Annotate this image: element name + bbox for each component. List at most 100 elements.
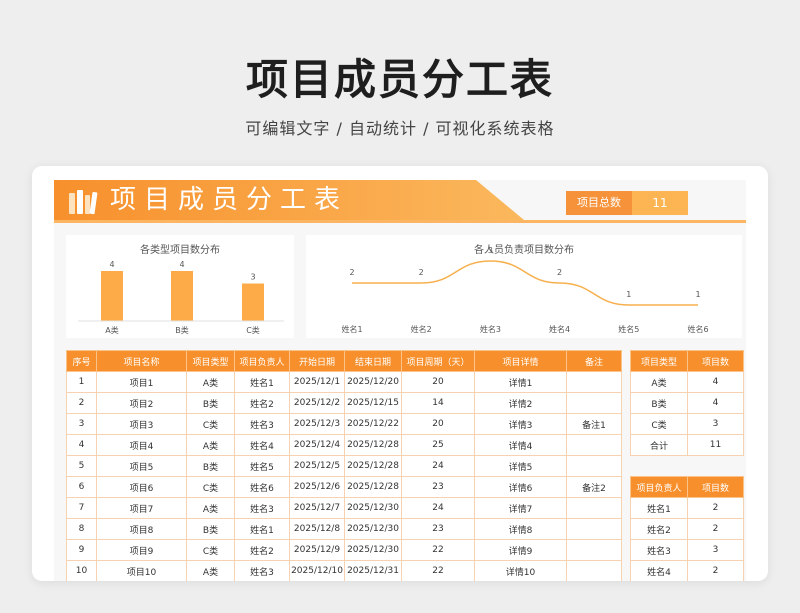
- project-cell[interactable]: C类: [186, 539, 235, 561]
- owner-cell[interactable]: 2: [687, 497, 744, 519]
- project-cell[interactable]: 备注1: [566, 413, 622, 435]
- project-cell[interactable]: 项目8: [96, 518, 187, 540]
- project-cell[interactable]: A类: [186, 497, 235, 519]
- project-cell[interactable]: A类: [186, 371, 235, 393]
- project-cell[interactable]: 2025/12/1: [289, 371, 345, 393]
- project-cell[interactable]: 20: [401, 413, 475, 435]
- project-cell[interactable]: 2025/12/28: [344, 455, 402, 477]
- project-cell[interactable]: 项目4: [96, 434, 187, 456]
- project-cell[interactable]: 22: [401, 539, 475, 561]
- project-cell[interactable]: 姓名3: [234, 497, 290, 519]
- owner-cell[interactable]: 姓名2: [630, 518, 688, 540]
- project-cell[interactable]: 8: [66, 518, 97, 540]
- type-cell[interactable]: 4: [687, 371, 744, 393]
- project-cell[interactable]: 详情5: [474, 455, 567, 477]
- project-cell[interactable]: 5: [66, 455, 97, 477]
- project-cell[interactable]: 14: [401, 392, 475, 414]
- type-cell[interactable]: 11: [687, 434, 744, 456]
- project-cell[interactable]: C类: [186, 476, 235, 498]
- project-cell[interactable]: 2025/12/6: [289, 476, 345, 498]
- project-cell[interactable]: 2025/12/7: [289, 497, 345, 519]
- project-cell[interactable]: 25: [401, 434, 475, 456]
- owner-cell[interactable]: 3: [687, 539, 744, 561]
- project-cell[interactable]: 姓名1: [234, 518, 290, 540]
- project-cell[interactable]: 2025/12/2: [289, 392, 345, 414]
- project-cell[interactable]: 项目3: [96, 413, 187, 435]
- type-cell[interactable]: 4: [687, 392, 744, 414]
- type-cell[interactable]: 合计: [630, 434, 688, 456]
- project-cell[interactable]: 2025/12/30: [344, 518, 402, 540]
- type-cell[interactable]: B类: [630, 392, 688, 414]
- project-cell[interactable]: 2: [66, 392, 97, 414]
- project-cell[interactable]: 详情7: [474, 497, 567, 519]
- project-cell[interactable]: [566, 518, 622, 540]
- project-cell[interactable]: 4: [66, 434, 97, 456]
- project-cell[interactable]: 详情10: [474, 560, 567, 581]
- project-cell[interactable]: 项目10: [96, 560, 187, 581]
- project-cell[interactable]: 姓名5: [234, 455, 290, 477]
- project-cell[interactable]: 姓名2: [234, 392, 290, 414]
- project-cell[interactable]: [566, 497, 622, 519]
- project-cell[interactable]: 2025/12/22: [344, 413, 402, 435]
- project-cell[interactable]: 详情1: [474, 371, 567, 393]
- project-cell[interactable]: 姓名3: [234, 560, 290, 581]
- project-cell[interactable]: 22: [401, 560, 475, 581]
- project-cell[interactable]: 项目1: [96, 371, 187, 393]
- project-cell[interactable]: [566, 434, 622, 456]
- project-cell[interactable]: 2025/12/31: [344, 560, 402, 581]
- project-cell[interactable]: 详情8: [474, 518, 567, 540]
- project-cell[interactable]: 2025/12/9: [289, 539, 345, 561]
- project-cell[interactable]: 2025/12/8: [289, 518, 345, 540]
- project-cell[interactable]: 2025/12/20: [344, 371, 402, 393]
- type-cell[interactable]: A类: [630, 371, 688, 393]
- project-cell[interactable]: 姓名4: [234, 434, 290, 456]
- project-cell[interactable]: 2025/12/4: [289, 434, 345, 456]
- project-cell[interactable]: C类: [186, 413, 235, 435]
- project-cell[interactable]: 详情6: [474, 476, 567, 498]
- project-cell[interactable]: [566, 560, 622, 581]
- project-cell[interactable]: [566, 455, 622, 477]
- owner-cell[interactable]: 2: [687, 518, 744, 540]
- type-cell[interactable]: C类: [630, 413, 688, 435]
- project-cell[interactable]: 姓名1: [234, 371, 290, 393]
- type-cell[interactable]: 3: [687, 413, 744, 435]
- project-cell[interactable]: 姓名3: [234, 413, 290, 435]
- project-cell[interactable]: 2025/12/5: [289, 455, 345, 477]
- project-cell[interactable]: 23: [401, 476, 475, 498]
- project-cell[interactable]: 详情3: [474, 413, 567, 435]
- project-cell[interactable]: B类: [186, 455, 235, 477]
- project-cell[interactable]: A类: [186, 560, 235, 581]
- project-cell[interactable]: 详情9: [474, 539, 567, 561]
- project-cell[interactable]: 3: [66, 413, 97, 435]
- project-cell[interactable]: 2025/12/3: [289, 413, 345, 435]
- project-cell[interactable]: [566, 539, 622, 561]
- project-cell[interactable]: 详情2: [474, 392, 567, 414]
- owner-cell[interactable]: 姓名1: [630, 497, 688, 519]
- project-cell[interactable]: 项目6: [96, 476, 187, 498]
- project-cell[interactable]: 项目7: [96, 497, 187, 519]
- project-cell[interactable]: 7: [66, 497, 97, 519]
- project-cell[interactable]: 姓名6: [234, 476, 290, 498]
- project-cell[interactable]: 1: [66, 371, 97, 393]
- project-cell[interactable]: [566, 392, 622, 414]
- project-cell[interactable]: 6: [66, 476, 97, 498]
- project-cell[interactable]: 项目5: [96, 455, 187, 477]
- project-cell[interactable]: 20: [401, 371, 475, 393]
- owner-cell[interactable]: 姓名4: [630, 560, 688, 581]
- project-cell[interactable]: [566, 371, 622, 393]
- project-cell[interactable]: 24: [401, 455, 475, 477]
- project-cell[interactable]: 2025/12/28: [344, 476, 402, 498]
- project-cell[interactable]: B类: [186, 518, 235, 540]
- project-cell[interactable]: 2025/12/28: [344, 434, 402, 456]
- project-cell[interactable]: 23: [401, 518, 475, 540]
- project-cell[interactable]: 2025/12/30: [344, 539, 402, 561]
- owner-cell[interactable]: 2: [687, 560, 744, 581]
- project-cell[interactable]: 备注2: [566, 476, 622, 498]
- project-cell[interactable]: 项目2: [96, 392, 187, 414]
- project-cell[interactable]: 详情4: [474, 434, 567, 456]
- project-cell[interactable]: 24: [401, 497, 475, 519]
- project-cell[interactable]: 2025/12/10: [289, 560, 345, 581]
- project-cell[interactable]: 9: [66, 539, 97, 561]
- project-cell[interactable]: A类: [186, 434, 235, 456]
- project-cell[interactable]: 项目9: [96, 539, 187, 561]
